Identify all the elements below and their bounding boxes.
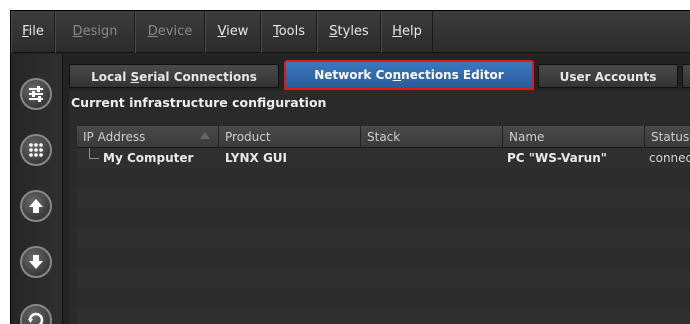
arrow-up-icon — [29, 199, 43, 213]
menu-tools[interactable]: Tools — [261, 11, 317, 53]
menu-styles[interactable]: Styles — [317, 11, 381, 53]
table-row[interactable]: My Computer LYNX GUI PC "WS-Varun" conne… — [77, 148, 690, 168]
column-header-product[interactable]: Product — [219, 126, 361, 148]
tab-overflow[interactable] — [682, 64, 690, 88]
section-title: Current infrastructure configuration — [71, 95, 327, 110]
sliders-button[interactable] — [20, 78, 52, 110]
infrastructure-table: IP Address Product Stack Name Status My … — [77, 126, 690, 324]
empty-row — [77, 268, 690, 288]
empty-row — [77, 248, 690, 268]
cell-ip-address: My Computer — [103, 151, 194, 165]
tab-content-panel: Current infrastructure configuration IP … — [69, 90, 690, 324]
sort-ascending-icon — [200, 132, 210, 139]
left-toolbar — [11, 54, 63, 324]
empty-row — [77, 308, 690, 324]
cell-status: connected — [649, 151, 690, 165]
menu-view[interactable]: View — [205, 11, 261, 53]
menu-bar: File Design Device View Tools Styles Hel… — [11, 11, 690, 53]
move-down-button[interactable] — [20, 246, 52, 278]
column-header-ip-address[interactable]: IP Address — [77, 126, 219, 148]
tree-branch-icon — [89, 148, 99, 159]
app-window: File Design Device View Tools Styles Hel… — [10, 10, 690, 324]
empty-row — [77, 288, 690, 308]
tab-strip: Local Serial Connections Network Connect… — [69, 60, 690, 90]
column-header-status[interactable]: Status — [645, 126, 690, 148]
arrow-down-icon — [29, 255, 43, 269]
menu-device[interactable]: Device — [135, 11, 205, 53]
cell-product: LYNX GUI — [225, 151, 287, 165]
menu-bar-filler — [433, 11, 690, 52]
cell-name: PC "WS-Varun" — [507, 151, 608, 165]
empty-row — [77, 168, 690, 188]
column-header-name[interactable]: Name — [503, 126, 645, 148]
grid-dots-icon — [29, 143, 43, 157]
cell-stack — [367, 148, 503, 168]
menu-design[interactable]: Design — [55, 11, 135, 53]
menu-help[interactable]: Help — [381, 11, 433, 53]
table-header: IP Address Product Stack Name Status — [77, 126, 690, 148]
tab-network-connections-editor[interactable]: Network Connections Editor — [284, 60, 534, 90]
sliders-icon — [29, 86, 43, 102]
refresh-button[interactable] — [20, 304, 52, 324]
empty-row — [77, 228, 690, 248]
empty-row — [77, 188, 690, 208]
menu-file[interactable]: File — [11, 11, 55, 53]
refresh-icon — [28, 312, 44, 324]
grid-button[interactable] — [20, 134, 52, 166]
move-up-button[interactable] — [20, 190, 52, 222]
column-header-stack[interactable]: Stack — [361, 126, 503, 148]
tab-user-accounts[interactable]: User Accounts — [538, 64, 678, 88]
empty-row — [77, 208, 690, 228]
tab-local-serial-connections[interactable]: Local Serial Connections — [69, 64, 279, 88]
